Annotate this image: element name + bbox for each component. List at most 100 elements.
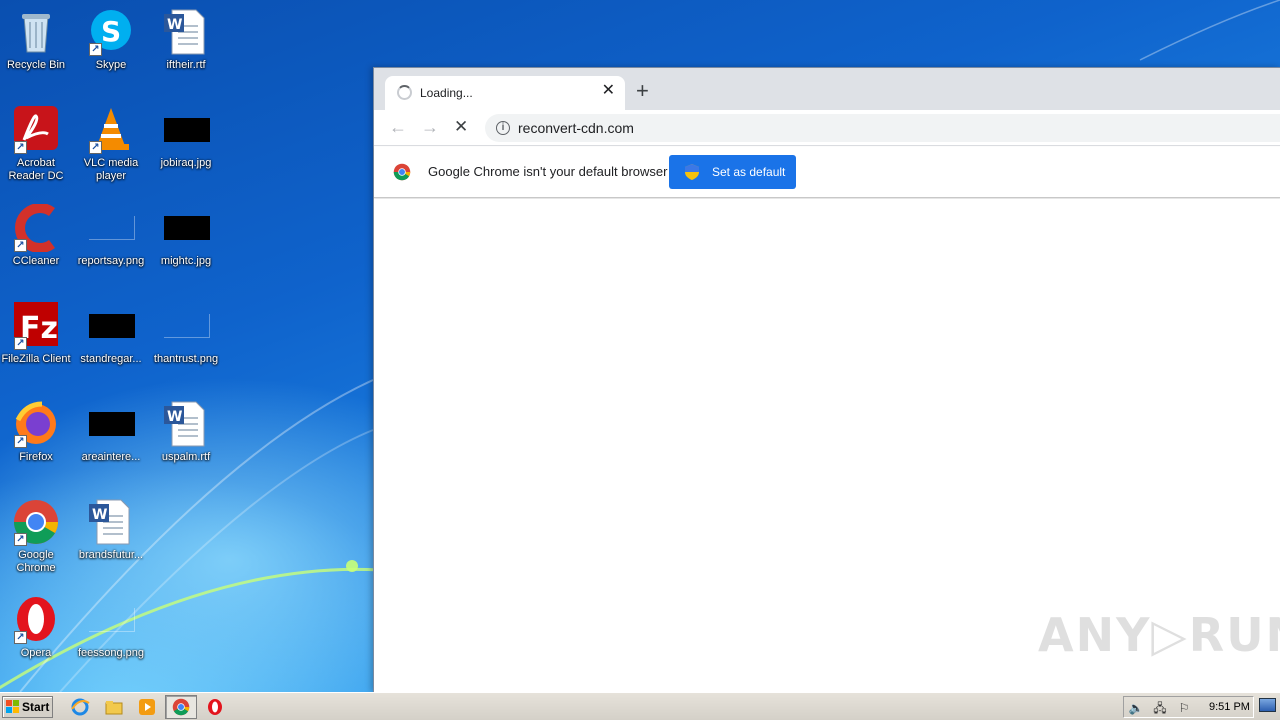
shortcut-arrow-icon: ↗ bbox=[89, 43, 102, 56]
chrome-icon bbox=[172, 698, 190, 716]
stop-loading-button[interactable]: ✕ bbox=[454, 117, 468, 137]
desktop-icon-reportsay[interactable]: reportsay.png bbox=[73, 204, 149, 268]
forward-button[interactable]: → bbox=[421, 117, 439, 137]
default-browser-infobar: Google Chrome isn't your default browser… bbox=[374, 147, 1280, 198]
opera-icon: ↗ bbox=[12, 596, 60, 644]
network-icon[interactable]: 🖧 bbox=[1152, 700, 1168, 716]
desktop-icon-brandsfutur[interactable]: W brandsfutur... bbox=[73, 498, 149, 562]
media-player-icon[interactable] bbox=[137, 697, 157, 717]
desktop-icon-mightc[interactable]: mightc.jpg bbox=[148, 204, 224, 268]
desktop-icon-areaintere[interactable]: areaintere... bbox=[73, 400, 149, 464]
svg-text:W: W bbox=[167, 409, 182, 425]
tab-strip: Loading... ✕ + bbox=[374, 68, 1280, 110]
show-desktop-icon[interactable] bbox=[1259, 698, 1276, 712]
shortcut-arrow-icon: ↗ bbox=[14, 435, 27, 448]
desktop-icon-label: Skype bbox=[95, 59, 127, 71]
anyrun-watermark: ANY▷RUN bbox=[1038, 608, 1280, 662]
image-file-icon bbox=[87, 302, 135, 350]
desktop-icon-label: feessong.png bbox=[77, 647, 145, 659]
shortcut-arrow-icon: ↗ bbox=[14, 239, 27, 252]
opera-taskbar-icon[interactable] bbox=[205, 697, 225, 717]
desktop-icon-label: VLC media player bbox=[83, 157, 139, 182]
tab-loading[interactable]: Loading... ✕ bbox=[385, 76, 625, 110]
desktop-icon-thantrust[interactable]: thantrust.png bbox=[148, 302, 224, 366]
word-document-icon: W bbox=[87, 498, 135, 546]
desktop-icon-uspalm[interactable]: W uspalm.rtf bbox=[148, 400, 224, 464]
shortcut-arrow-icon: ↗ bbox=[14, 337, 27, 350]
word-document-icon: W bbox=[162, 8, 210, 56]
word-document-icon: W bbox=[162, 400, 210, 448]
taskbar-chrome-button[interactable] bbox=[165, 695, 197, 719]
uac-shield-icon bbox=[685, 164, 699, 180]
desktop-icon-label: uspalm.rtf bbox=[161, 451, 211, 463]
action-center-flag-icon[interactable]: ⚐ bbox=[1176, 700, 1192, 716]
desktop-icon-label: Acrobat Reader DC bbox=[8, 157, 64, 182]
infobar-message: Google Chrome isn't your default browser bbox=[428, 164, 668, 179]
filezilla-icon: Fz ↗ bbox=[12, 302, 60, 350]
desktop-icon-label: Firefox bbox=[19, 451, 53, 463]
desktop-icon-label: Opera bbox=[20, 647, 52, 659]
shortcut-arrow-icon: ↗ bbox=[89, 141, 102, 154]
start-label: Start bbox=[22, 700, 50, 714]
desktop-icon-label: jobiraq.jpg bbox=[160, 157, 212, 169]
desktop-icon-label: CCleaner bbox=[12, 255, 60, 267]
shortcut-arrow-icon: ↗ bbox=[14, 533, 27, 546]
tab-title: Loading... bbox=[420, 86, 473, 100]
shortcut-arrow-icon: ↗ bbox=[14, 141, 27, 154]
desktop-icon-standregar[interactable]: standregar... bbox=[73, 302, 149, 366]
desktop-icon-google-chrome[interactable]: ↗ Google Chrome bbox=[0, 498, 74, 575]
image-file-icon bbox=[162, 302, 210, 350]
set-as-default-button[interactable]: Set as default bbox=[669, 155, 796, 189]
desktop-icon-opera[interactable]: ↗ Opera bbox=[0, 596, 74, 660]
image-file-icon bbox=[162, 106, 210, 154]
taskbar-clock[interactable]: 9:51 PM bbox=[1209, 701, 1250, 713]
internet-explorer-icon[interactable] bbox=[70, 697, 90, 717]
desktop-icon-firefox[interactable]: ↗ Firefox bbox=[0, 400, 74, 464]
address-bar[interactable]: i reconvert-cdn.com bbox=[485, 114, 1280, 142]
file-explorer-icon[interactable] bbox=[104, 697, 124, 717]
recycle-bin-icon bbox=[12, 8, 60, 56]
desktop-icon-label: Google Chrome bbox=[16, 549, 56, 574]
desktop-icon-label: iftheir.rtf bbox=[166, 59, 206, 71]
svg-text:W: W bbox=[167, 17, 182, 33]
loading-spinner-icon bbox=[397, 85, 412, 100]
vlc-cone-icon: ↗ bbox=[87, 106, 135, 154]
desktop-icon-label: reportsay.png bbox=[77, 255, 145, 267]
desktop-icon-skype[interactable]: S ↗ Skype bbox=[73, 8, 149, 72]
address-url[interactable]: reconvert-cdn.com bbox=[518, 120, 634, 136]
taskbar: Start 🔈 🖧 ⚐ 9:51 PM bbox=[0, 692, 1280, 720]
desktop-icon-feessong[interactable]: feessong.png bbox=[73, 596, 149, 660]
image-file-icon bbox=[162, 204, 210, 252]
firefox-icon: ↗ bbox=[12, 400, 60, 448]
desktop-icon-jobiraq[interactable]: jobiraq.jpg bbox=[148, 106, 224, 170]
start-button[interactable]: Start bbox=[2, 696, 53, 718]
image-file-icon bbox=[87, 400, 135, 448]
image-file-icon bbox=[87, 596, 135, 644]
desktop-icon-filezilla[interactable]: Fz ↗ FileZilla Client bbox=[0, 302, 74, 366]
image-file-icon bbox=[87, 204, 135, 252]
svg-text:W: W bbox=[92, 507, 107, 523]
desktop-icon-ccleaner[interactable]: ↗ CCleaner bbox=[0, 203, 74, 268]
desktop-icon-label: mightc.jpg bbox=[160, 255, 212, 267]
desktop-icon-label: thantrust.png bbox=[153, 353, 219, 365]
chrome-window: Loading... ✕ + ← → ✕ i reconvert-cdn.com… bbox=[373, 67, 1280, 693]
desktop-icon-label: brandsfutur... bbox=[78, 549, 144, 561]
ccleaner-icon: ↗ bbox=[12, 203, 60, 253]
desktop-icon-label: FileZilla Client bbox=[1, 353, 71, 365]
volume-icon[interactable]: 🔈 bbox=[1128, 700, 1144, 716]
shortcut-arrow-icon: ↗ bbox=[14, 631, 27, 644]
desktop-icon-vlc[interactable]: ↗ VLC media player bbox=[73, 106, 149, 183]
desktop-icon-acrobat[interactable]: ↗ Acrobat Reader DC bbox=[0, 106, 74, 183]
new-tab-button[interactable]: + bbox=[636, 80, 649, 102]
desktop-icon-label: areaintere... bbox=[81, 451, 141, 463]
skype-icon: S ↗ bbox=[87, 8, 135, 56]
svg-text:S: S bbox=[101, 15, 121, 48]
desktop-icon-label: standregar... bbox=[80, 353, 142, 365]
tab-close-icon[interactable]: ✕ bbox=[602, 83, 615, 99]
chrome-icon: ↗ bbox=[12, 498, 60, 546]
desktop-icon-recycle-bin[interactable]: Recycle Bin bbox=[0, 8, 74, 72]
desktop-icon-iftheir[interactable]: W iftheir.rtf bbox=[148, 8, 224, 72]
site-info-icon[interactable]: i bbox=[496, 121, 510, 135]
chrome-logo-icon bbox=[393, 163, 411, 181]
back-button[interactable]: ← bbox=[389, 117, 407, 137]
